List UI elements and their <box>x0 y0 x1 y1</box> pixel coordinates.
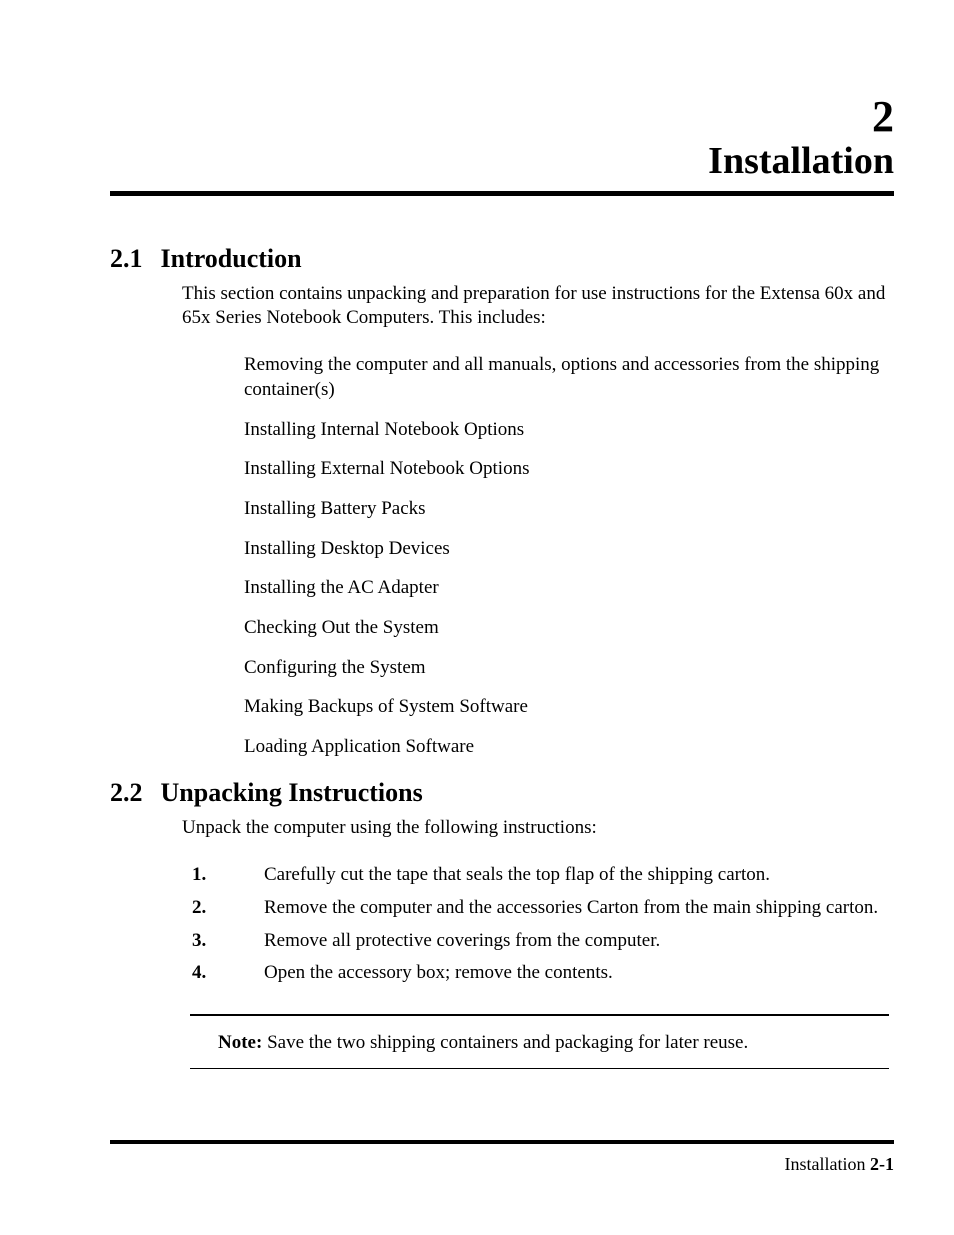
step-number: 3. <box>192 928 264 954</box>
step-text: Remove all protective coverings from the… <box>264 928 894 954</box>
list-item: Installing Desktop Devices <box>244 537 894 562</box>
footer-text: Installation 2-1 <box>110 1154 894 1175</box>
footer-page-number: 2-1 <box>870 1154 894 1174</box>
list-item: 3. Remove all protective coverings from … <box>192 928 894 954</box>
list-item: Removing the computer and all manuals, o… <box>244 353 894 402</box>
list-item: Configuring the System <box>244 656 894 681</box>
chapter-header: 2 Installation <box>110 95 894 183</box>
note-rule-bottom <box>190 1068 889 1069</box>
list-item: 1. Carefully cut the tape that seals the… <box>192 862 894 888</box>
note-text: Save the two shipping containers and pac… <box>262 1032 748 1053</box>
step-number: 1. <box>192 862 264 888</box>
footer-rule <box>110 1140 894 1144</box>
list-item: 2. Remove the computer and the accessori… <box>192 895 894 921</box>
note-box: Note: Save the two shipping containers a… <box>190 1014 889 1069</box>
step-text: Carefully cut the tape that seals the to… <box>264 862 894 888</box>
step-number: 2. <box>192 895 264 921</box>
note-label: Note: <box>218 1032 262 1053</box>
section-title: Unpacking Instructions <box>161 778 423 807</box>
step-text: Remove the computer and the accessories … <box>264 895 894 921</box>
bullet-list: Removing the computer and all manuals, o… <box>244 353 894 760</box>
list-item: Checking Out the System <box>244 616 894 641</box>
section-number: 2.2 <box>110 778 143 808</box>
section-title: Introduction <box>161 244 302 273</box>
note-content: Note: Save the two shipping containers a… <box>190 1032 889 1054</box>
footer-section: Installation <box>785 1154 866 1174</box>
header-rule <box>110 191 894 196</box>
numbered-list: 1. Carefully cut the tape that seals the… <box>192 862 894 986</box>
list-item: Loading Application Software <box>244 735 894 760</box>
list-item: Installing Battery Packs <box>244 497 894 522</box>
section-intro: Unpack the computer using the following … <box>182 816 894 841</box>
list-item: Installing External Notebook Options <box>244 457 894 482</box>
list-item: Making Backups of System Software <box>244 695 894 720</box>
page-footer: Installation 2-1 <box>110 1140 894 1175</box>
list-item: 4. Open the accessory box; remove the co… <box>192 960 894 986</box>
step-text: Open the accessory box; remove the conte… <box>264 960 894 986</box>
chapter-title: Installation <box>110 141 894 183</box>
step-number: 4. <box>192 960 264 986</box>
note-rule-top <box>190 1014 889 1016</box>
chapter-number: 2 <box>110 95 894 139</box>
section-heading-2-2: 2.2 Unpacking Instructions <box>110 778 894 808</box>
list-item: Installing Internal Notebook Options <box>244 418 894 443</box>
section-intro: This section contains unpacking and prep… <box>182 282 894 331</box>
section-number: 2.1 <box>110 244 143 274</box>
list-item: Installing the AC Adapter <box>244 576 894 601</box>
section-heading-2-1: 2.1 Introduction <box>110 244 894 274</box>
